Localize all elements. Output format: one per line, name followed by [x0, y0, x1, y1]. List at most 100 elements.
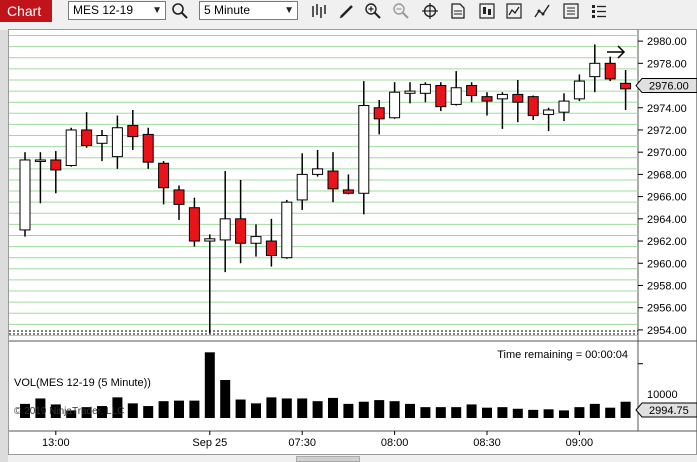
time-tick-label: 08:30 [473, 437, 501, 449]
candle-body [127, 125, 139, 138]
volume-bar [328, 397, 338, 418]
volume-bar [343, 403, 354, 418]
volume-bar [174, 400, 184, 418]
candle-body [573, 80, 585, 100]
chart-trader-icon[interactable] [533, 2, 551, 20]
interval-value: 5 Minute [204, 3, 251, 17]
candle-body [435, 85, 447, 108]
volume-bar [251, 403, 261, 418]
time-axis: 13:00 Sep 25 07:30 08:00 08:30 09:00 [42, 431, 593, 449]
candle-body [219, 218, 231, 241]
zoom-out-icon[interactable] [392, 2, 410, 20]
candle-body [404, 90, 416, 94]
volume-bar [559, 410, 569, 418]
volume-bar [466, 404, 477, 418]
price-tick-label: 2956.00 [647, 303, 687, 315]
chart-panel[interactable]: 2954.00 2956.00 2958.00 2960.00 2962.00 2964.… [8, 29, 697, 455]
time-remaining: Time remaining = 00:00:04 [497, 349, 628, 361]
volume-bar [297, 398, 308, 418]
time-tick-label: 09:00 [566, 437, 594, 449]
candle-body [265, 240, 277, 256]
volume-bar [528, 409, 539, 418]
price-tick-label: 2958.00 [647, 280, 687, 292]
copyright-text: © 2019 NinjaTrader, LLC [14, 406, 124, 417]
candle-body [188, 207, 200, 242]
volume-bar [143, 406, 154, 418]
volume-bar [158, 401, 169, 418]
list-icon[interactable] [590, 2, 608, 20]
candle-body [543, 109, 555, 115]
candle-body [512, 93, 524, 103]
volume-bar [482, 407, 492, 418]
price-tick-label: 2978.00 [647, 58, 687, 70]
candle-body [142, 133, 154, 163]
volume-bar [220, 380, 231, 418]
time-tick-label: 08:00 [381, 437, 409, 449]
interval-selector[interactable]: 5 Minute ▼ [199, 1, 298, 20]
strategies-icon[interactable] [505, 2, 523, 20]
time-tick-label: Sep 25 [192, 437, 227, 449]
candle-body [81, 129, 93, 147]
indicators-icon[interactable] [478, 2, 496, 20]
volume-bar [405, 403, 415, 418]
price-tick-label: 2962.00 [647, 236, 687, 248]
volume-bar [389, 401, 400, 418]
zoom-in-icon[interactable] [364, 2, 382, 20]
instrument-selector[interactable]: MES 12-19 ▼ [68, 1, 166, 20]
volume-bar [420, 407, 431, 418]
candle-body [34, 159, 46, 162]
volume-bar [235, 399, 246, 418]
price-tick-label: 2972.00 [647, 125, 687, 137]
chart-canvas[interactable]: 2954.00 2956.00 2958.00 2960.00 2962.00 2964.… [9, 30, 697, 456]
candle-body [481, 96, 493, 102]
search-icon[interactable] [171, 2, 189, 20]
candle-body [19, 159, 31, 231]
candle-body [65, 129, 77, 167]
candle-body [466, 85, 478, 97]
volume-bar [266, 397, 277, 418]
volume-bar [312, 401, 323, 418]
price-tick-label: 2960.00 [647, 258, 687, 270]
volume-bar [589, 403, 600, 418]
candle-body [358, 105, 370, 194]
time-tick-label: 13:00 [42, 437, 70, 449]
volume-bar [204, 352, 215, 418]
chevron-down-icon: ▼ [152, 5, 162, 16]
candle-body [342, 189, 354, 194]
candle-body [158, 162, 170, 189]
price-tick-label: 2964.00 [647, 214, 687, 226]
candle-body [50, 159, 62, 171]
candle-body [96, 135, 108, 144]
volume-current-marker: 2994.75 [635, 402, 697, 418]
data-box-icon[interactable] [562, 2, 580, 20]
volume-bar [543, 409, 554, 418]
volume-bar [605, 407, 616, 418]
draw-pencil-icon[interactable] [338, 2, 356, 20]
price-tick-label: 2968.00 [647, 169, 687, 181]
price-axis: 2954.00 2956.00 2958.00 2960.00 2962.00 2964.… [635, 36, 697, 337]
volume-title: VOL(MES 12-19 (5 Minute)) [14, 377, 151, 389]
crosshair-icon[interactable] [421, 2, 439, 20]
instrument-value: MES 12-19 [73, 3, 134, 17]
toolbar: Chart MES 12-19 ▼ 5 Minute ▼ [0, 0, 697, 24]
volume-bar [451, 407, 462, 418]
candle-body [450, 87, 462, 105]
price-panel[interactable] [9, 30, 638, 341]
volume-bar [127, 403, 138, 418]
candle-body [327, 170, 339, 190]
candle-body [235, 218, 247, 244]
bar-type-icon[interactable] [310, 2, 328, 20]
candle-body [389, 91, 401, 119]
price-tick-label: 2966.00 [647, 192, 687, 204]
horizontal-scrollbar-thumb[interactable] [296, 456, 360, 462]
volume-bar [189, 400, 200, 418]
candle-body [111, 127, 123, 158]
chart-tab[interactable]: Chart [0, 0, 52, 22]
candle-body [620, 82, 632, 90]
candle-body [496, 93, 508, 100]
time-tick-label: 07:30 [288, 437, 316, 449]
price-tick-label: 2970.00 [647, 147, 687, 159]
candle-body [296, 173, 308, 201]
properties-icon[interactable] [449, 2, 467, 20]
price-tick-label: 2954.00 [647, 325, 687, 337]
